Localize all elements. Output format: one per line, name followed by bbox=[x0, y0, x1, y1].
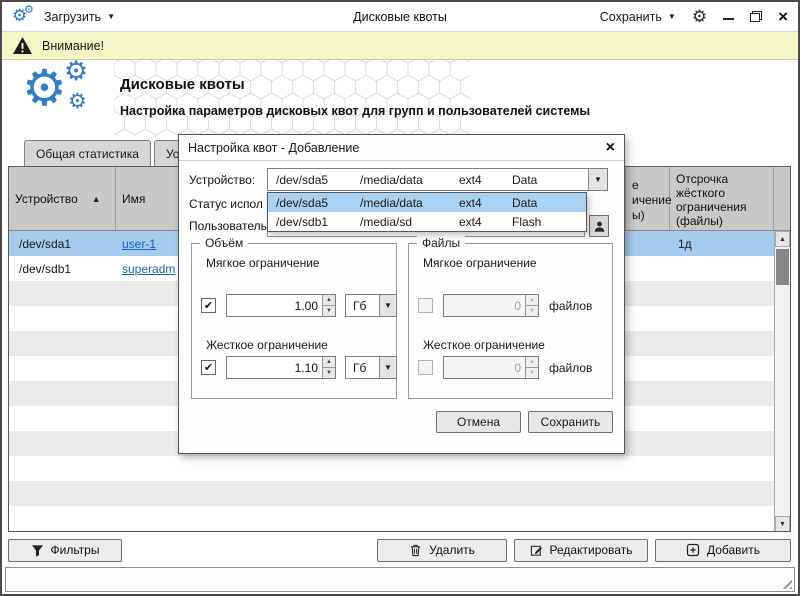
user-link[interactable]: user-1 bbox=[122, 237, 156, 251]
volume-soft-limit-label: Мягкое ограничение bbox=[206, 256, 320, 270]
user-picker-button[interactable] bbox=[589, 215, 609, 237]
user-link[interactable]: superadm bbox=[122, 262, 175, 276]
files-soft-limit-spinbox: ▲ ▼ bbox=[443, 294, 539, 317]
scroll-down-button[interactable]: ▼ bbox=[775, 516, 790, 532]
edit-pencil-icon bbox=[530, 544, 543, 557]
cell-device: /dev/sdb1 bbox=[9, 262, 116, 276]
plus-icon bbox=[686, 543, 700, 557]
column-header-name[interactable]: Имя bbox=[116, 167, 186, 230]
volume-soft-limit-spinbox: ▲ ▼ bbox=[226, 294, 336, 317]
filter-icon bbox=[31, 544, 44, 557]
minimize-button[interactable] bbox=[723, 18, 734, 20]
files-hard-limit-checkbox[interactable] bbox=[418, 360, 433, 375]
volume-hard-limit-label: Жесткое ограничение bbox=[206, 338, 328, 352]
files-hard-limit-input[interactable] bbox=[444, 357, 525, 378]
spin-down-icon[interactable]: ▼ bbox=[323, 368, 335, 378]
dialog-title: Настройка квот - Добавление bbox=[188, 141, 359, 155]
volume-group-legend: Объём bbox=[200, 236, 248, 250]
spin-down-icon: ▼ bbox=[526, 306, 538, 316]
spin-up-icon: ▲ bbox=[526, 357, 538, 368]
action-bar: Фильтры Удалить Редактировать bbox=[8, 538, 791, 562]
window-title: Дисковые квоты bbox=[353, 10, 447, 24]
device-dropdown-list: /dev/sda5 /media/data ext4 Data /dev/sdb… bbox=[267, 192, 587, 232]
page-title: Дисковые квоты bbox=[120, 76, 590, 93]
caret-down-icon: ▼ bbox=[668, 12, 676, 21]
app-gears-icon: ⚙ ⚙ bbox=[12, 6, 36, 28]
save-button[interactable]: Сохранить bbox=[528, 411, 613, 433]
volume-group: Объём Мягкое ограничение ✔ ▲ ▼ Гб ▼ Жест… bbox=[191, 243, 397, 399]
combobox-arrow-icon[interactable]: ▼ bbox=[379, 357, 396, 378]
load-menu-label: Загрузить bbox=[44, 10, 101, 24]
titlebar: ⚙ ⚙ Загрузить ▼ Дисковые квоты Сохранить… bbox=[2, 2, 798, 32]
device-combobox[interactable]: /dev/sda5 /media/data ext4 Data ▼ bbox=[267, 168, 608, 191]
spin-down-icon[interactable]: ▼ bbox=[323, 306, 335, 316]
volume-hard-limit-spinbox: ▲ ▼ bbox=[226, 356, 336, 379]
warning-text: Внимание! bbox=[42, 39, 104, 53]
dropdown-option-selected[interactable]: /dev/sda5 /media/data ext4 Data bbox=[268, 193, 586, 212]
volume-hard-limit-checkbox[interactable]: ✔ bbox=[201, 360, 216, 375]
tab-general-statistics[interactable]: Общая статистика bbox=[24, 140, 151, 166]
filters-button[interactable]: Фильтры bbox=[8, 539, 122, 562]
files-group-legend: Файлы bbox=[417, 236, 465, 250]
files-soft-limit-checkbox[interactable] bbox=[418, 298, 433, 313]
volume-soft-limit-input[interactable] bbox=[227, 295, 322, 316]
edit-button[interactable]: Редактировать bbox=[514, 539, 648, 562]
trash-icon bbox=[409, 543, 422, 557]
dropdown-option[interactable]: /dev/sdb1 /media/sd ext4 Flash bbox=[268, 212, 586, 231]
files-hard-suffix: файлов bbox=[549, 361, 592, 375]
scrollbar-header-cap bbox=[774, 167, 790, 230]
disk-quota-gears-icon: ⚙ ⚙ ⚙ bbox=[22, 64, 118, 132]
resize-grip[interactable] bbox=[779, 576, 792, 589]
sort-ascending-icon: ▲ bbox=[92, 194, 101, 204]
user-label: Пользователь bbox=[189, 219, 267, 233]
volume-hard-unit-combobox[interactable]: Гб ▼ bbox=[345, 356, 397, 379]
status-bar bbox=[5, 567, 795, 592]
vertical-scrollbar[interactable]: ▲ ▼ bbox=[774, 231, 790, 532]
load-menu-button[interactable]: Загрузить ▼ bbox=[44, 10, 115, 24]
dialog-close-icon[interactable]: × bbox=[606, 141, 615, 155]
files-hard-limit-spinbox: ▲ ▼ bbox=[443, 356, 539, 379]
cell-deferral: 1д bbox=[671, 237, 775, 251]
volume-hard-limit-input[interactable] bbox=[227, 357, 322, 378]
page-subtitle: Настройка параметров дисковых квот для г… bbox=[120, 104, 590, 118]
files-soft-limit-label: Мягкое ограничение bbox=[423, 256, 537, 270]
combobox-arrow-icon[interactable]: ▼ bbox=[379, 295, 396, 316]
files-hard-limit-label: Жесткое ограничение bbox=[423, 338, 545, 352]
spin-up-icon[interactable]: ▲ bbox=[323, 357, 335, 368]
user-icon bbox=[593, 220, 606, 233]
spin-down-icon: ▼ bbox=[526, 368, 538, 378]
maximize-button[interactable] bbox=[750, 11, 762, 22]
close-window-button[interactable]: × bbox=[778, 9, 788, 25]
dialog-titlebar: Настройка квот - Добавление × bbox=[179, 135, 624, 161]
cancel-button[interactable]: Отмена bbox=[436, 411, 521, 433]
files-group: Файлы Мягкое ограничение ▲ ▼ файлов Жест… bbox=[408, 243, 613, 399]
files-soft-limit-input[interactable] bbox=[444, 295, 525, 316]
caret-down-icon: ▼ bbox=[107, 12, 115, 21]
save-menu-label: Сохранить bbox=[600, 10, 662, 24]
combobox-arrow-icon[interactable]: ▼ bbox=[588, 169, 607, 190]
volume-soft-limit-checkbox[interactable]: ✔ bbox=[201, 298, 216, 313]
volume-soft-unit-combobox[interactable]: Гб ▼ bbox=[345, 294, 397, 317]
save-menu-button[interactable]: Сохранить ▼ bbox=[600, 10, 676, 24]
scroll-up-button[interactable]: ▲ bbox=[775, 231, 790, 247]
device-label: Устройство: bbox=[189, 173, 255, 187]
scrollbar-thumb[interactable] bbox=[776, 249, 789, 285]
spin-up-icon: ▲ bbox=[526, 295, 538, 306]
delete-button[interactable]: Удалить bbox=[377, 539, 507, 562]
page-header: ⚙ ⚙ ⚙ Дисковые квоты Настройка параметро… bbox=[2, 60, 798, 136]
warning-banner: Внимание! bbox=[2, 32, 798, 60]
spin-up-icon[interactable]: ▲ bbox=[323, 295, 335, 306]
files-soft-suffix: файлов bbox=[549, 299, 592, 313]
quota-add-dialog: Настройка квот - Добавление × Устройство… bbox=[178, 134, 625, 454]
column-header-hard-limit-deferral[interactable]: Отсрочка жёсткого ограничения (файлы) bbox=[670, 167, 774, 230]
add-button[interactable]: Добавить bbox=[655, 539, 791, 562]
warning-triangle-icon bbox=[12, 36, 33, 55]
cell-device: /dev/sda1 bbox=[9, 237, 116, 251]
column-header-device[interactable]: Устройство ▲ bbox=[9, 167, 116, 230]
status-label: Статус испол bbox=[189, 197, 263, 211]
column-header-partial[interactable]: е ичение ы) bbox=[626, 167, 670, 230]
settings-gear-icon[interactable]: ⚙ bbox=[692, 7, 707, 27]
app-window: ⚙ ⚙ Загрузить ▼ Дисковые квоты Сохранить… bbox=[0, 0, 800, 596]
